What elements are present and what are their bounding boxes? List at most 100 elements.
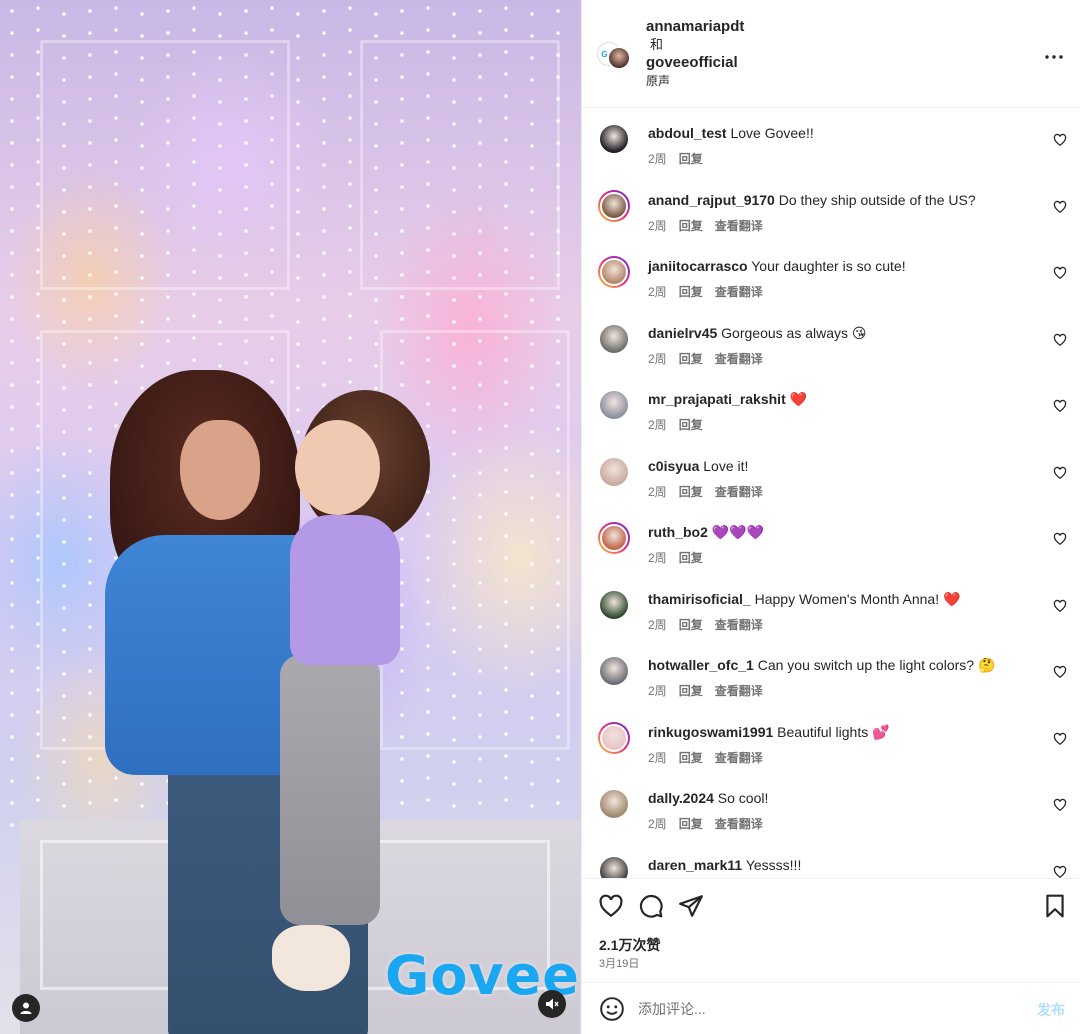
comment-row: dally.2024 So cool! 2周 回复 查看翻译 (582, 782, 1080, 848)
comment-row: daren_mark11 Yessss!!! (582, 849, 1080, 879)
author-username-secondary[interactable]: goveeofficial (646, 54, 744, 72)
commenter-avatar[interactable] (598, 721, 630, 754)
comment-time[interactable]: 2周 (648, 551, 667, 565)
commenter-username[interactable]: ruth_bo2 (648, 524, 708, 540)
comment-time[interactable]: 2周 (648, 684, 667, 698)
commenter-username[interactable]: rinkugoswami1991 (648, 724, 773, 740)
comment-heart-icon[interactable] (1053, 798, 1067, 812)
commenter-username[interactable]: anand_rajput_9170 (648, 192, 775, 208)
more-options-button[interactable] (1045, 42, 1063, 65)
commenter-username[interactable]: janiitocarrasco (648, 258, 748, 274)
comment-time[interactable]: 2周 (648, 285, 667, 299)
comment-time[interactable]: 2周 (648, 751, 667, 765)
post-comment-button[interactable]: 发布 (1037, 1000, 1065, 1020)
comment-time[interactable]: 2周 (648, 352, 667, 366)
see-translation-button[interactable]: 查看翻译 (715, 485, 763, 499)
comment-time[interactable]: 2周 (648, 485, 667, 499)
user-icon (20, 1002, 32, 1014)
comment-button[interactable] (638, 893, 664, 919)
reply-button[interactable]: 回复 (679, 285, 703, 299)
commenter-username[interactable]: mr_prajapati_rakshit (648, 391, 786, 407)
comment-heart-icon[interactable] (1053, 665, 1067, 679)
comment-heart-icon[interactable] (1053, 399, 1067, 413)
comment-body: Yessss!!! (745, 856, 802, 873)
reply-button[interactable]: 回复 (679, 152, 703, 166)
commenter-username[interactable]: danielrv45 (648, 325, 717, 341)
comment-composer: 发布 (582, 982, 1080, 1034)
paper-plane-icon (679, 895, 703, 917)
comment-time[interactable]: 2周 (648, 219, 667, 233)
commenter-avatar[interactable] (598, 322, 630, 355)
comment-heart-icon[interactable] (1053, 466, 1067, 480)
reply-button[interactable]: 回复 (679, 751, 703, 765)
comment-time[interactable]: 2周 (648, 618, 667, 632)
reply-button[interactable]: 回复 (679, 352, 703, 366)
comment-heart-icon[interactable] (1053, 333, 1067, 347)
comment-heart-icon[interactable] (1053, 865, 1067, 879)
comment-time[interactable]: 2周 (648, 817, 667, 831)
commenter-avatar[interactable] (598, 123, 630, 155)
reply-button[interactable]: 回复 (679, 684, 703, 698)
comment-body: So cool! (717, 790, 769, 806)
author-avatars[interactable]: Gov (597, 38, 633, 74)
mute-toggle-button[interactable] (538, 990, 566, 1018)
comments-list[interactable]: abdoul_test Love Govee!! 2周 回复 anand_rajput… (582, 108, 1080, 878)
see-translation-button[interactable]: 查看翻译 (715, 751, 763, 765)
comment-heart-icon[interactable] (1053, 133, 1067, 147)
comment-time[interactable]: 2周 (648, 418, 667, 432)
comment-text: hotwaller_ofc_1 Can you switch up the li… (648, 656, 995, 674)
comment-time[interactable]: 2周 (648, 152, 667, 166)
bookmark-icon (1046, 894, 1064, 918)
comment-input[interactable] (638, 997, 998, 1021)
commenter-avatar[interactable] (598, 389, 630, 421)
see-translation-button[interactable]: 查看翻译 (715, 352, 763, 366)
comment-body: Gorgeous as always 😘 (721, 324, 867, 341)
see-translation-button[interactable]: 查看翻译 (715, 285, 763, 299)
woman-face (180, 420, 260, 520)
comment-meta: 2周 回复 (648, 549, 715, 566)
see-translation-button[interactable]: 查看翻译 (715, 817, 763, 831)
post-media[interactable]: Govee (0, 0, 581, 1034)
commenter-avatar[interactable] (598, 788, 630, 820)
commenter-avatar[interactable] (598, 189, 630, 222)
commenter-username[interactable]: hotwaller_ofc_1 (648, 657, 754, 673)
commenter-username[interactable]: thamirisoficial_ (648, 591, 751, 607)
see-translation-button[interactable]: 查看翻译 (715, 219, 763, 233)
commenter-avatar[interactable] (598, 522, 630, 554)
comment-heart-icon[interactable] (1053, 599, 1067, 613)
reply-button[interactable]: 回复 (679, 418, 703, 432)
commenter-username[interactable]: dally.2024 (648, 790, 714, 806)
comment-row: c0isyua Love it! 2周 回复 查看翻译 (582, 450, 1080, 516)
emoji-button[interactable] (599, 996, 625, 1022)
commenter-avatar[interactable] (598, 854, 630, 878)
comment-heart-icon[interactable] (1053, 732, 1067, 746)
commenter-avatar[interactable] (598, 455, 630, 488)
comment-row: janiitocarrasco Your daughter is so cute… (582, 250, 1080, 316)
commenter-avatar[interactable] (598, 256, 630, 288)
likes-count[interactable]: 2.1万次赞 (599, 935, 660, 955)
girl-shirt (290, 515, 400, 665)
see-translation-button[interactable]: 查看翻译 (715, 618, 763, 632)
comment-heart-icon[interactable] (1053, 200, 1067, 214)
commenter-avatar[interactable] (598, 655, 630, 687)
author-username-primary[interactable]: annamariapdt (646, 18, 744, 36)
save-button[interactable] (1042, 893, 1068, 919)
commenter-username[interactable]: c0isyua (648, 458, 699, 474)
reply-button[interactable]: 回复 (679, 817, 703, 831)
reply-button[interactable]: 回复 (679, 551, 703, 565)
comment-heart-icon[interactable] (1053, 532, 1067, 546)
reply-button[interactable]: 回复 (679, 219, 703, 233)
commenter-avatar[interactable] (598, 588, 630, 621)
audio-label[interactable]: 原声 (646, 72, 744, 90)
reply-button[interactable]: 回复 (679, 618, 703, 632)
share-button[interactable] (678, 893, 704, 919)
comment-heart-icon[interactable] (1053, 266, 1067, 280)
reply-button[interactable]: 回复 (679, 485, 703, 499)
commenter-username[interactable]: daren_mark11 (648, 857, 742, 873)
see-translation-button[interactable]: 查看翻译 (715, 684, 763, 698)
tagged-accounts-button[interactable] (12, 994, 40, 1022)
post-date[interactable]: 3月19日 (599, 955, 639, 971)
like-button[interactable] (598, 893, 624, 919)
comment-text: janiitocarrasco Your daughter is so cute… (648, 257, 906, 275)
commenter-username[interactable]: abdoul_test (648, 125, 727, 141)
